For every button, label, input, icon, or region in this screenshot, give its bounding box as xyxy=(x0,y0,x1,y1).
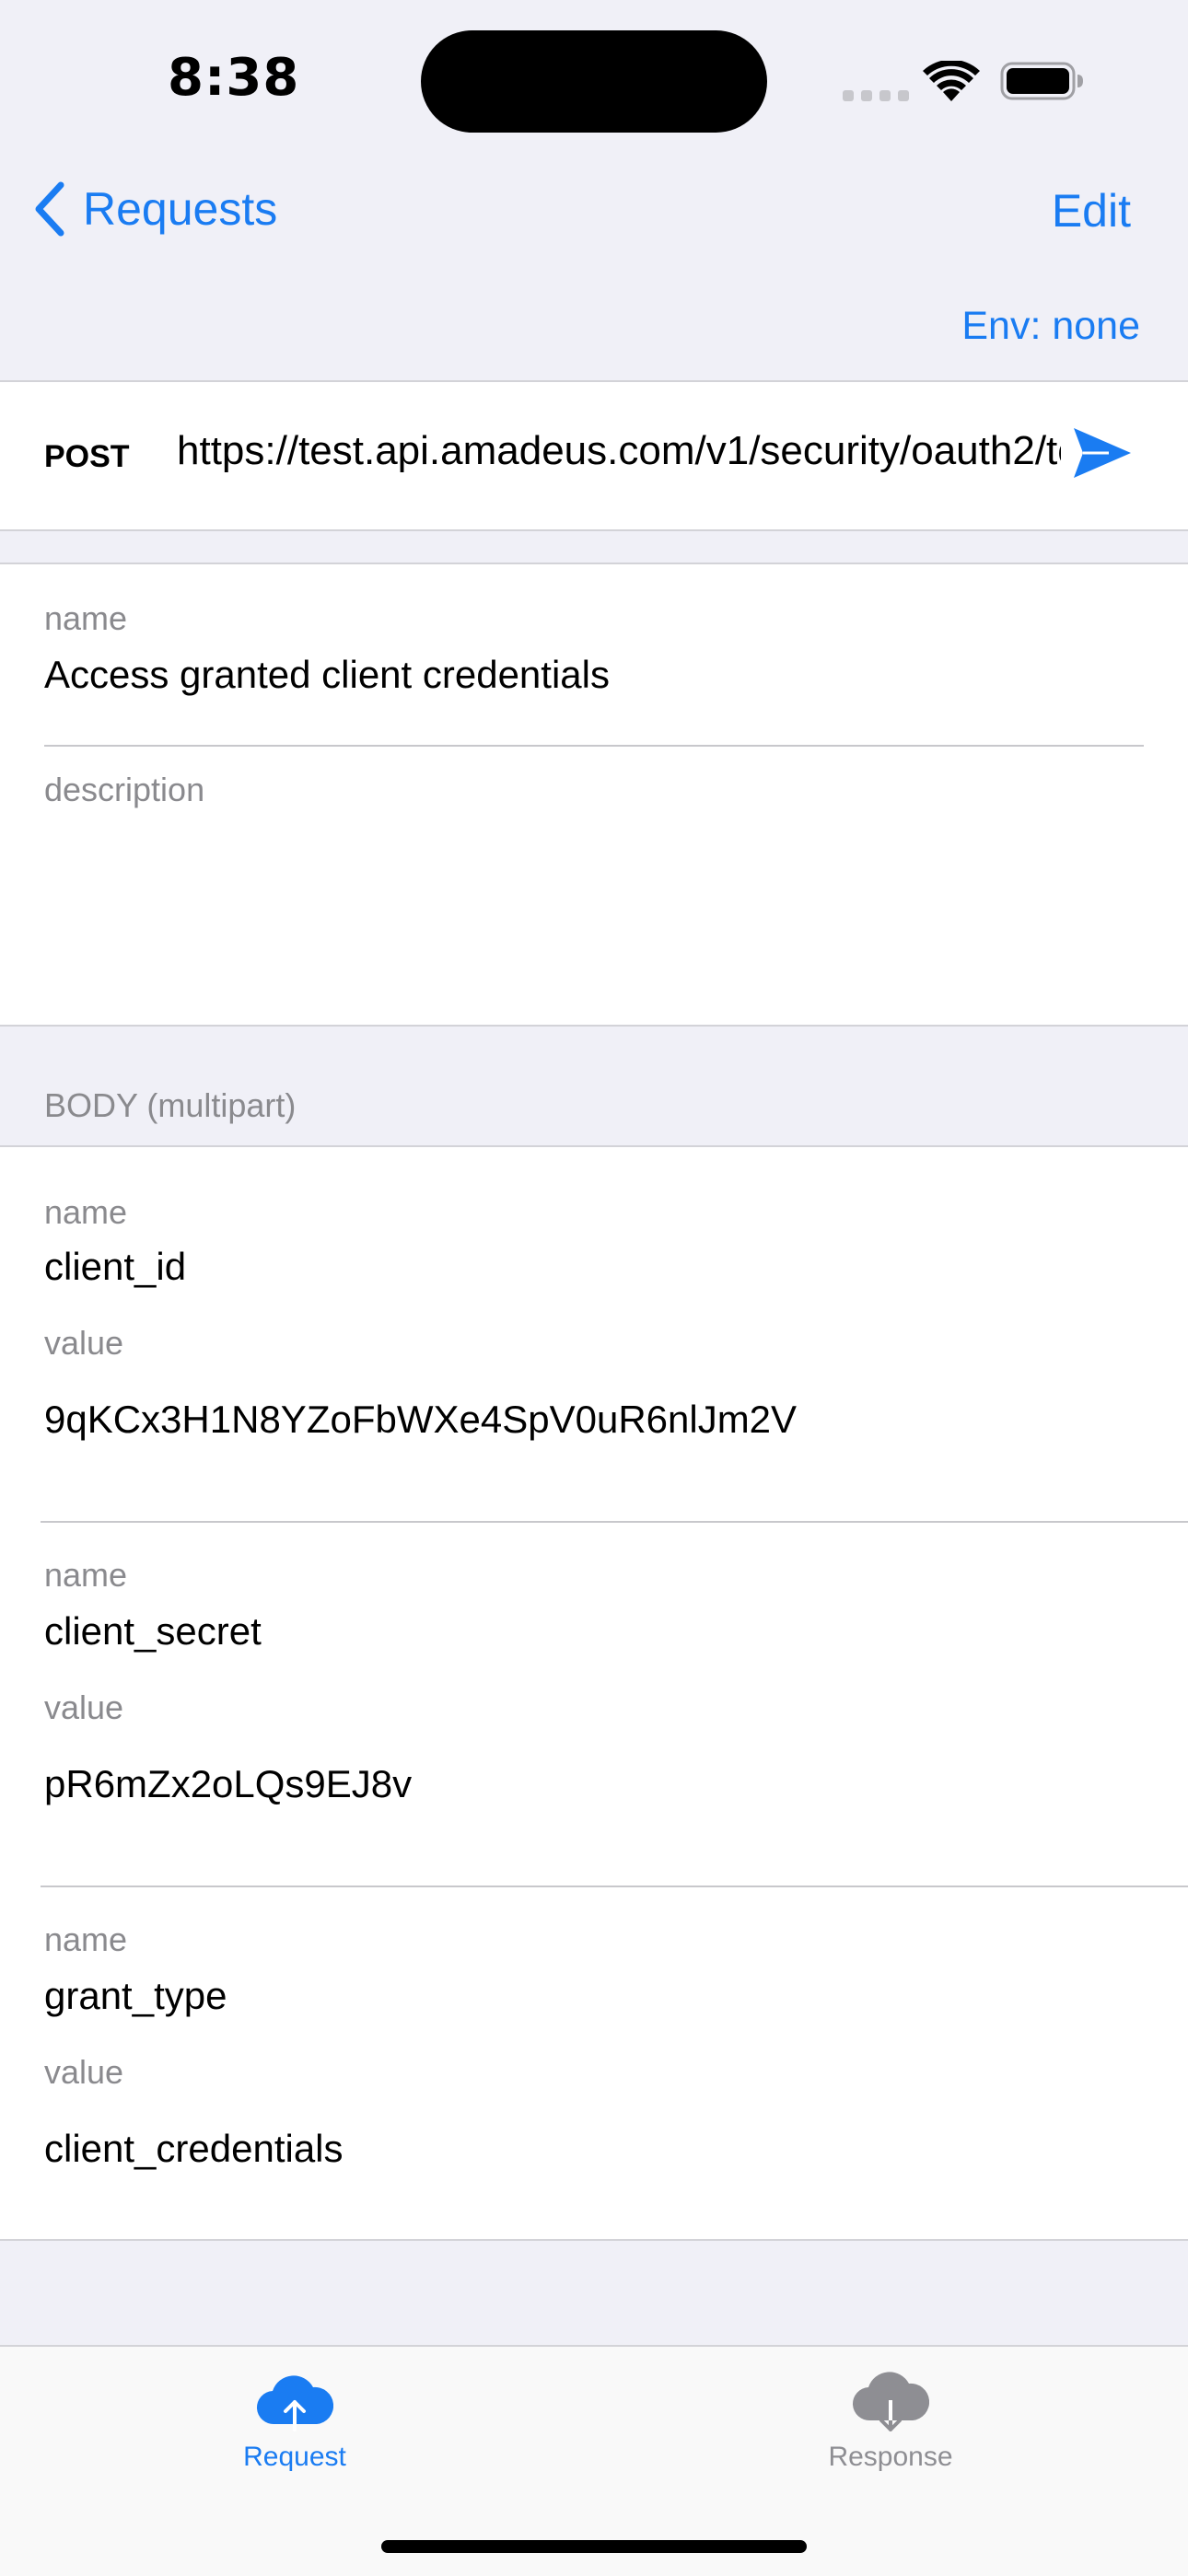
battery-icon xyxy=(1000,62,1085,105)
param-value-label: value xyxy=(44,1688,124,1726)
back-button[interactable]: Requests xyxy=(33,180,277,238)
request-info-card: name Access granted client credentials d… xyxy=(0,563,1188,1027)
paper-plane-icon xyxy=(1074,428,1131,478)
tab-response[interactable]: Response xyxy=(752,2369,1029,2473)
param-name-label: name xyxy=(44,1193,128,1231)
param-name[interactable]: grant_type xyxy=(44,1974,227,2018)
tab-request[interactable]: Request xyxy=(157,2369,433,2473)
tab-request-label: Request xyxy=(243,2442,346,2472)
edit-button[interactable]: Edit xyxy=(1052,184,1131,238)
body-section-header: BODY (multipart) xyxy=(44,1086,297,1124)
param-value-label: value xyxy=(44,1324,124,1362)
param-value[interactable]: client_credentials xyxy=(44,2127,344,2171)
description-field[interactable] xyxy=(44,822,1144,988)
body-params-card: name client_id value 9qKCx3H1N8YZoFbWXe4… xyxy=(0,1145,1188,2241)
param-value-label: value xyxy=(44,2053,124,2091)
param-value[interactable]: 9qKCx3H1N8YZoFbWXe4SpV0uR6nlJm2V xyxy=(44,1398,797,1442)
http-method[interactable]: POST xyxy=(44,439,130,475)
send-button[interactable] xyxy=(1072,426,1133,484)
param-row[interactable]: name client_id value 9qKCx3H1N8YZoFbWXe4… xyxy=(0,1147,1188,1521)
url-field[interactable]: https://test.api.amadeus.com/v1/security… xyxy=(177,428,1061,474)
home-indicator[interactable] xyxy=(381,2540,807,2553)
param-name[interactable]: client_id xyxy=(44,1245,186,1289)
param-row[interactable]: name client_secret value pR6mZx2oLQs9EJ8… xyxy=(0,1523,1188,1887)
tab-response-label: Response xyxy=(828,2442,953,2472)
dynamic-island xyxy=(421,30,767,133)
cloud-upload-icon xyxy=(256,2375,334,2431)
description-label: description xyxy=(44,771,205,808)
param-name-label: name xyxy=(44,1920,128,1958)
request-url-row: POST https://test.api.amadeus.com/v1/sec… xyxy=(0,380,1188,531)
param-row[interactable]: name grant_type value client_credentials xyxy=(0,1887,1188,2237)
status-time: 8:38 xyxy=(168,48,300,108)
back-button-label: Requests xyxy=(83,183,278,235)
cloud-download-icon xyxy=(852,2372,930,2431)
param-name-label: name xyxy=(44,1556,128,1594)
cellular-signal-icon xyxy=(843,85,916,101)
divider xyxy=(44,745,1144,747)
param-name[interactable]: client_secret xyxy=(44,1609,262,1654)
request-name-field[interactable]: Access granted client credentials xyxy=(44,653,610,697)
chevron-left-icon xyxy=(35,181,64,237)
wifi-icon xyxy=(923,59,980,106)
name-label: name xyxy=(44,599,128,637)
param-value[interactable]: pR6mZx2oLQs9EJ8v xyxy=(44,1762,412,1806)
environment-button[interactable]: Env: none xyxy=(961,304,1140,349)
